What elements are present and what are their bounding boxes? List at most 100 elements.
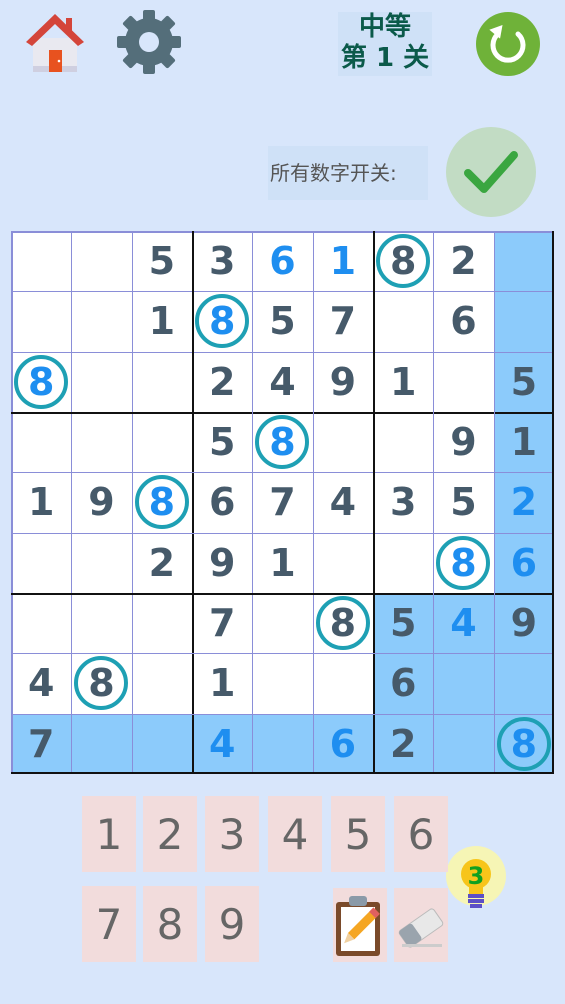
board-cell[interactable]: 8 — [373, 231, 433, 291]
board-cell[interactable]: 8 — [313, 593, 373, 653]
board-cell[interactable]: 6 — [312, 713, 373, 774]
board-cell[interactable]: 7 — [313, 291, 373, 351]
note-button[interactable] — [333, 888, 387, 962]
board-cell[interactable]: 9 — [493, 593, 554, 654]
board-cell[interactable]: 1 — [11, 472, 71, 532]
board-cell[interactable]: 9 — [192, 533, 252, 593]
board-cell[interactable] — [71, 352, 131, 412]
board-cell[interactable]: 8 — [493, 713, 554, 774]
board-cell[interactable] — [313, 533, 373, 593]
board-cell[interactable]: 4 — [433, 593, 494, 654]
board-cell[interactable]: 2 — [433, 231, 493, 291]
board-cell[interactable]: 7 — [192, 593, 252, 653]
board-cell[interactable] — [71, 713, 132, 774]
keypad-digit-2[interactable]: 2 — [143, 796, 197, 872]
board-cell[interactable]: 8 — [132, 472, 192, 532]
board-cell[interactable] — [131, 713, 192, 774]
board-cell[interactable] — [71, 231, 131, 291]
board-cell[interactable] — [71, 533, 131, 593]
board-cell[interactable] — [11, 291, 71, 351]
keypad-digit-5[interactable]: 5 — [331, 796, 385, 872]
board-cell[interactable]: 1 — [493, 412, 554, 473]
board-cell[interactable] — [313, 412, 373, 472]
board-cell[interactable]: 8 — [71, 653, 131, 713]
board-cell[interactable] — [132, 352, 192, 412]
board-cell[interactable]: 5 — [373, 593, 434, 654]
board-cell[interactable]: 9 — [313, 352, 373, 412]
hint-button[interactable]: 3 — [444, 846, 508, 918]
board-cell[interactable]: 5 — [192, 412, 252, 472]
keypad-digit-8[interactable]: 8 — [143, 886, 197, 962]
board-cell[interactable]: 9 — [433, 412, 493, 472]
keypad-digit-6[interactable]: 6 — [394, 796, 448, 872]
board-cell[interactable]: 4 — [313, 472, 373, 532]
board-cell[interactable] — [313, 653, 373, 713]
board-cell[interactable] — [132, 593, 192, 653]
all-digits-toggle[interactable] — [446, 127, 536, 217]
keypad-digit-1[interactable]: 1 — [82, 796, 136, 872]
board-cell[interactable] — [433, 653, 494, 714]
board-cell[interactable]: 1 — [313, 231, 373, 291]
board-cell[interactable]: 5 — [132, 231, 192, 291]
board-cell[interactable]: 6 — [433, 291, 493, 351]
board-cell[interactable]: 3 — [373, 472, 433, 532]
keypad-digit-4[interactable]: 4 — [268, 796, 322, 872]
board-cell[interactable] — [252, 713, 313, 774]
board-cell[interactable]: 7 — [11, 713, 72, 774]
board-cell[interactable]: 6 — [373, 653, 434, 714]
settings-button[interactable] — [115, 8, 183, 76]
board-cell[interactable] — [11, 412, 71, 472]
board-cell[interactable]: 3 — [192, 231, 252, 291]
board-cell[interactable]: 2 — [373, 713, 434, 774]
board-cell[interactable]: 4 — [11, 653, 71, 713]
board-cell[interactable]: 1 — [192, 653, 252, 713]
board-cell[interactable] — [373, 412, 433, 472]
board-cell[interactable]: 8 — [433, 533, 493, 593]
keypad-digit-7[interactable]: 7 — [82, 886, 136, 962]
grid-line — [11, 291, 554, 293]
board-cell[interactable]: 6 — [192, 472, 252, 532]
board-cell[interactable]: 8 — [252, 412, 312, 472]
board-cell[interactable] — [493, 231, 554, 292]
board-cell[interactable] — [252, 653, 312, 713]
board-cell[interactable]: 4 — [192, 713, 253, 774]
board-cell[interactable]: 5 — [433, 472, 493, 532]
keypad-digit-3[interactable]: 3 — [205, 796, 259, 872]
board-cell[interactable]: 2 — [132, 533, 192, 593]
keypad-digit-9[interactable]: 9 — [205, 886, 259, 962]
board-cell[interactable]: 9 — [71, 472, 131, 532]
board-cell[interactable]: 8 — [192, 291, 252, 351]
board-cell[interactable] — [373, 291, 433, 351]
hint-count: 3 — [467, 862, 485, 890]
board-cell[interactable] — [433, 713, 494, 774]
board-cell[interactable]: 1 — [132, 291, 192, 351]
board-cell[interactable] — [132, 412, 192, 472]
home-button[interactable] — [22, 10, 88, 76]
board-cell[interactable] — [71, 412, 131, 472]
board-cell[interactable] — [11, 231, 71, 291]
board-cell[interactable]: 4 — [252, 352, 312, 412]
board-cell[interactable] — [373, 533, 433, 593]
board-cell[interactable] — [11, 533, 71, 593]
board-cell[interactable] — [132, 653, 192, 713]
board-cell[interactable] — [71, 291, 131, 351]
board-cell[interactable]: 1 — [373, 352, 433, 412]
board-cell[interactable]: 8 — [11, 352, 71, 412]
board-cell[interactable] — [493, 653, 554, 714]
board-cell[interactable]: 6 — [493, 532, 554, 593]
board-cell[interactable] — [433, 352, 493, 412]
board-cell[interactable] — [493, 291, 554, 352]
board-cell[interactable]: 5 — [493, 351, 554, 412]
board-cell[interactable]: 6 — [252, 231, 312, 291]
board-cell[interactable] — [252, 593, 312, 653]
board-cell[interactable] — [11, 593, 71, 653]
board-cell[interactable]: 2 — [192, 352, 252, 412]
cell-digit: 1 — [148, 299, 176, 344]
restart-button[interactable] — [476, 12, 540, 76]
erase-button[interactable] — [394, 888, 448, 962]
board-cell[interactable] — [71, 593, 131, 653]
board-cell[interactable]: 1 — [252, 533, 312, 593]
board-cell[interactable]: 2 — [493, 472, 554, 533]
board-cell[interactable]: 7 — [252, 472, 312, 532]
board-cell[interactable]: 5 — [252, 291, 312, 351]
